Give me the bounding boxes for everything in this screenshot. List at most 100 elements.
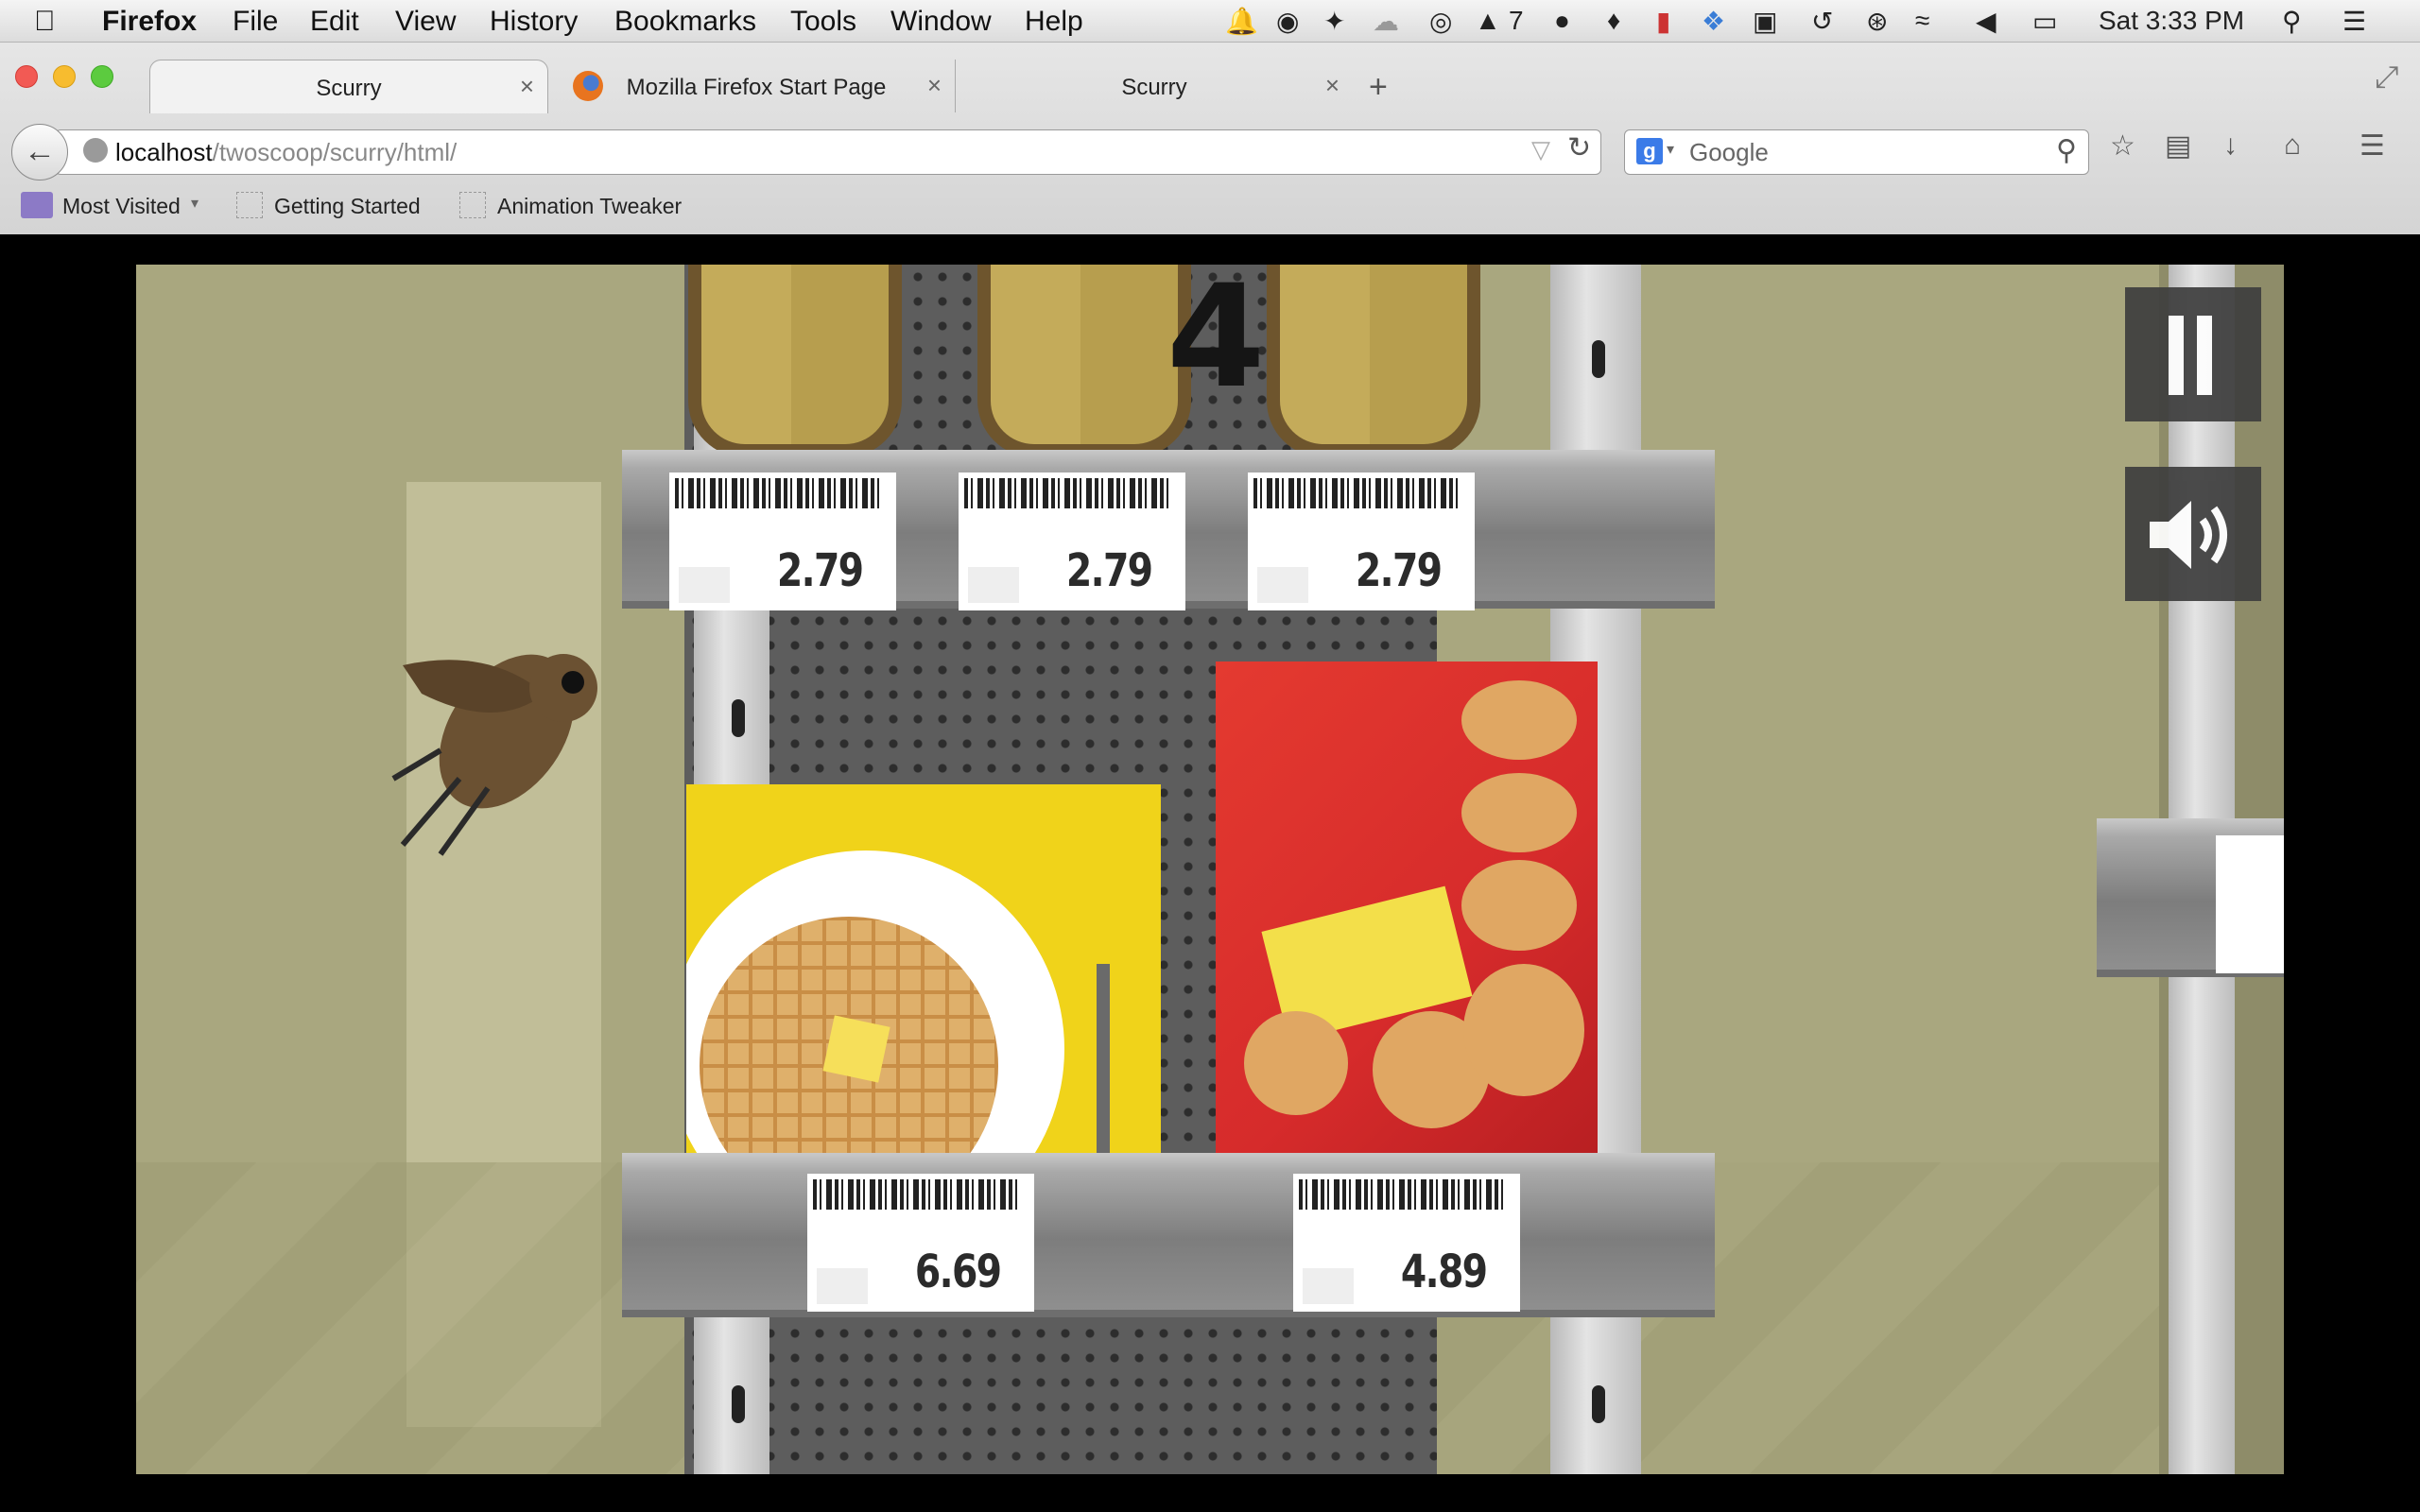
close-tab-icon[interactable]: × bbox=[1325, 71, 1340, 100]
cracker bbox=[1244, 1011, 1348, 1115]
close-tab-icon[interactable]: × bbox=[520, 72, 534, 101]
menu-bookmarks[interactable]: Bookmarks bbox=[614, 6, 756, 38]
bookmark-animation-tweaker[interactable]: Animation Tweaker bbox=[497, 194, 682, 219]
reload-icon[interactable]: ↻ bbox=[1567, 131, 1591, 164]
downloads-icon[interactable]: ↓ bbox=[2223, 129, 2238, 162]
status-icon-2[interactable]: ✦ bbox=[1323, 6, 1345, 36]
apple-icon[interactable]:  bbox=[34, 6, 56, 38]
cracker bbox=[1461, 773, 1577, 852]
status-icon-4[interactable]: ◎ bbox=[1429, 6, 1452, 36]
post-slot bbox=[1592, 1385, 1605, 1423]
evernote-icon[interactable]: ♦ bbox=[1607, 6, 1620, 36]
fullscreen-icon[interactable]: ⤢ bbox=[2375, 60, 2399, 95]
app-menu[interactable]: Firefox bbox=[102, 6, 197, 38]
bell-icon[interactable]: 🔔 bbox=[1225, 6, 1258, 36]
bookmark-getting-started[interactable]: Getting Started bbox=[274, 194, 421, 219]
close-tab-icon[interactable]: × bbox=[927, 71, 942, 100]
menu-view[interactable]: View bbox=[395, 6, 456, 38]
home-icon[interactable]: ⌂ bbox=[2284, 129, 2301, 162]
macos-menubar:  Firefox File Edit View History Bookmar… bbox=[0, 0, 2420, 43]
reading-list-icon[interactable]: ▤ bbox=[2165, 129, 2191, 163]
speaker-icon bbox=[2150, 501, 2227, 569]
menu-icon[interactable]: ☰ bbox=[2360, 129, 2385, 163]
back-button[interactable]: ← bbox=[11, 124, 68, 180]
game-canvas[interactable]: 4 2.79 2.79 2.79 6.69 4.89 bbox=[136, 265, 2284, 1474]
wifi-icon[interactable]: ≈ bbox=[1915, 6, 1929, 36]
menu-history[interactable]: History bbox=[490, 6, 578, 38]
url-host: localhost bbox=[115, 138, 213, 166]
search-icon[interactable]: ⚲ bbox=[2056, 134, 2077, 167]
price-tag: 2.79 bbox=[959, 472, 1185, 610]
volume-icon[interactable]: ◀ bbox=[1976, 6, 1996, 36]
page-icon bbox=[236, 192, 263, 218]
price-value: 2.79 bbox=[1355, 544, 1442, 597]
jar bbox=[688, 265, 902, 457]
search-placeholder: Google bbox=[1689, 138, 1769, 166]
price-tag-partial bbox=[2216, 835, 2284, 973]
google-icon[interactable]: g bbox=[1636, 138, 1663, 164]
price-tag: 2.79 bbox=[1248, 472, 1475, 610]
waffle-box bbox=[686, 784, 1161, 1153]
sound-toggle-button[interactable] bbox=[2125, 467, 2261, 601]
display-icon[interactable]: ▣ bbox=[1753, 6, 1777, 36]
pause-icon bbox=[2197, 316, 2212, 395]
spotlight-icon[interactable]: ⚲ bbox=[2282, 6, 2302, 36]
search-bar[interactable]: g ▾ Google ⚲ bbox=[1624, 129, 2089, 175]
pause-icon bbox=[2169, 316, 2184, 395]
adobe-icon[interactable]: ▲ bbox=[1475, 6, 1501, 36]
menu-file[interactable]: File bbox=[233, 6, 278, 38]
battery-icon[interactable]: ▭ bbox=[2032, 6, 2057, 36]
status-icon-1[interactable]: ◉ bbox=[1276, 6, 1299, 36]
most-visited-folder-icon bbox=[21, 192, 53, 218]
jar bbox=[1267, 265, 1480, 457]
tab-title: Scurry bbox=[316, 76, 382, 101]
butter bbox=[822, 1015, 890, 1083]
adobe-count: 7 bbox=[1509, 6, 1524, 35]
url-text[interactable]: localhost/twoscoop/scurry/html/ bbox=[115, 138, 457, 167]
close-window-button[interactable] bbox=[15, 65, 38, 88]
post-slot bbox=[732, 699, 745, 737]
bookmark-star-icon[interactable]: ☆ bbox=[2110, 129, 2135, 163]
tab-scurry[interactable]: Scurry × bbox=[955, 60, 1353, 112]
chevron-down-icon[interactable]: ▾ bbox=[191, 194, 199, 213]
tab-title: Mozilla Firefox Start Page bbox=[626, 75, 887, 100]
chevron-down-icon[interactable]: ▾ bbox=[1667, 140, 1674, 159]
zoom-window-button[interactable] bbox=[91, 65, 113, 88]
bluetooth-icon[interactable]: ⊛ bbox=[1866, 6, 1888, 36]
page-icon bbox=[459, 192, 486, 218]
status-icon-3[interactable]: ☁ bbox=[1373, 6, 1399, 36]
cockroach-player[interactable] bbox=[384, 627, 630, 864]
menu-edit[interactable]: Edit bbox=[310, 6, 359, 38]
jar bbox=[977, 265, 1191, 457]
tab-scurry-active[interactable]: Scurry × bbox=[149, 60, 548, 113]
cracker bbox=[1461, 860, 1577, 951]
globe-icon[interactable] bbox=[83, 138, 108, 163]
menu-help[interactable]: Help bbox=[1025, 6, 1083, 38]
status-icon-5[interactable]: ● bbox=[1554, 6, 1570, 36]
price-tag: 4.89 bbox=[1293, 1174, 1520, 1312]
minimize-window-button[interactable] bbox=[53, 65, 76, 88]
price-value: 2.79 bbox=[776, 544, 863, 597]
post-slot bbox=[1592, 340, 1605, 378]
cracker bbox=[1461, 680, 1577, 760]
clock[interactable]: Sat 3:33 PM bbox=[2099, 6, 2244, 36]
bookmark-most-visited[interactable]: Most Visited bbox=[62, 194, 181, 219]
menu-window[interactable]: Window bbox=[890, 6, 992, 38]
notification-center-icon[interactable]: ☰ bbox=[2342, 6, 2366, 36]
url-dropdown-icon[interactable]: ▽ bbox=[1531, 135, 1550, 164]
timemachine-icon[interactable]: ↺ bbox=[1811, 6, 1833, 36]
tab-firefox-start[interactable]: Mozilla Firefox Start Page × bbox=[558, 60, 955, 112]
price-value: 6.69 bbox=[914, 1246, 1001, 1298]
menu-tools[interactable]: Tools bbox=[790, 6, 856, 38]
price-tag: 6.69 bbox=[807, 1174, 1034, 1312]
pause-button[interactable] bbox=[2125, 287, 2261, 421]
battery-app-icon[interactable]: ▮ bbox=[1656, 6, 1670, 36]
fork-icon bbox=[1097, 964, 1110, 1153]
level-counter: 4 bbox=[1167, 265, 1266, 420]
dropbox-icon[interactable]: ❖ bbox=[1702, 6, 1725, 36]
new-tab-button[interactable]: + bbox=[1369, 69, 1388, 106]
cracker-stack bbox=[1463, 964, 1584, 1096]
shelf-bottom bbox=[622, 1153, 1715, 1317]
cracker-box bbox=[1216, 662, 1598, 1155]
tab-title: Scurry bbox=[1121, 75, 1187, 100]
